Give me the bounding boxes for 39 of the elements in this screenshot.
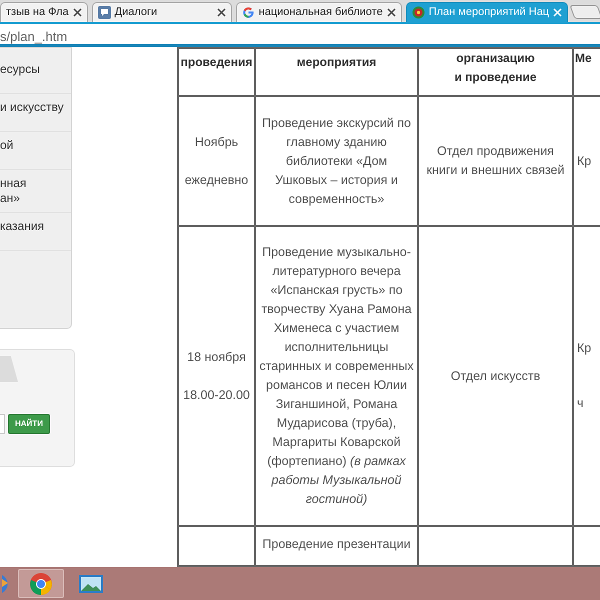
column-header: проведения [178, 48, 255, 96]
close-icon [553, 8, 562, 17]
sidebar-link[interactable]: нная ан» [0, 170, 71, 213]
column-header: Ме [573, 48, 600, 96]
date-text: 18.00-20.00 [182, 386, 251, 404]
chrome-icon [29, 572, 53, 596]
table-cell-text: ч [577, 395, 585, 412]
taskbar-app[interactable] [18, 569, 64, 598]
organizer-text: Отдел искусств [450, 368, 542, 385]
sidebar-link[interactable]: есурсы [0, 56, 71, 94]
sidebar-link[interactable]: и искусству [0, 94, 71, 132]
table-cell-text: Кр [577, 340, 592, 357]
browser-tab[interactable]: Диалоги [92, 2, 232, 22]
close-icon [72, 8, 82, 17]
date-text: 18 ноября [186, 348, 247, 366]
table-cell-text: Кр [577, 152, 592, 170]
event-description: Проведение экскурсий по главному зданию библиотеки «Дом Ушковых – история и современность» [261, 114, 412, 208]
event-description: Проведение музыкально-литературного вечера «Испанская грусть» по творчеству Хуана Рамона Хименеса с участием исполнительницы старинных и современных романсов и песен Юлии Зиганшиной, Романа Мударисова (труба), Маргариты Коварской (фортепиано) (в рамках работы Музыкальной гостиной) [259, 244, 414, 508]
new-tab-button[interactable] [570, 5, 600, 19]
search-button[interactable]: НАЙТИ [8, 414, 50, 434]
organizer-text: Отдел продвижения книги и внешних связей [425, 143, 566, 179]
date-text: Ноябрь [194, 134, 240, 151]
search-field[interactable] [0, 414, 5, 434]
photo-viewer-icon [78, 574, 104, 594]
close-icon [386, 8, 396, 17]
search-tab[interactable] [0, 356, 18, 382]
column-header: мероприятия [255, 48, 418, 96]
google-icon [242, 6, 255, 19]
date-text: ежедневно [184, 172, 250, 188]
browser-tab[interactable]: национальная библиоте [236, 2, 402, 22]
column-header: организацию и проведение [418, 48, 573, 96]
event-description: Проведение презентации [261, 536, 412, 553]
address-text[interactable]: s/plan_.htm [0, 29, 68, 44]
browser-tab[interactable]: тзыв на Фла [0, 2, 88, 22]
sidebar-link[interactable]: казания [0, 213, 71, 251]
chat-icon [98, 6, 111, 19]
close-icon [216, 8, 226, 17]
emblem-icon [412, 6, 425, 19]
sidebar-link[interactable]: ой [0, 132, 71, 170]
